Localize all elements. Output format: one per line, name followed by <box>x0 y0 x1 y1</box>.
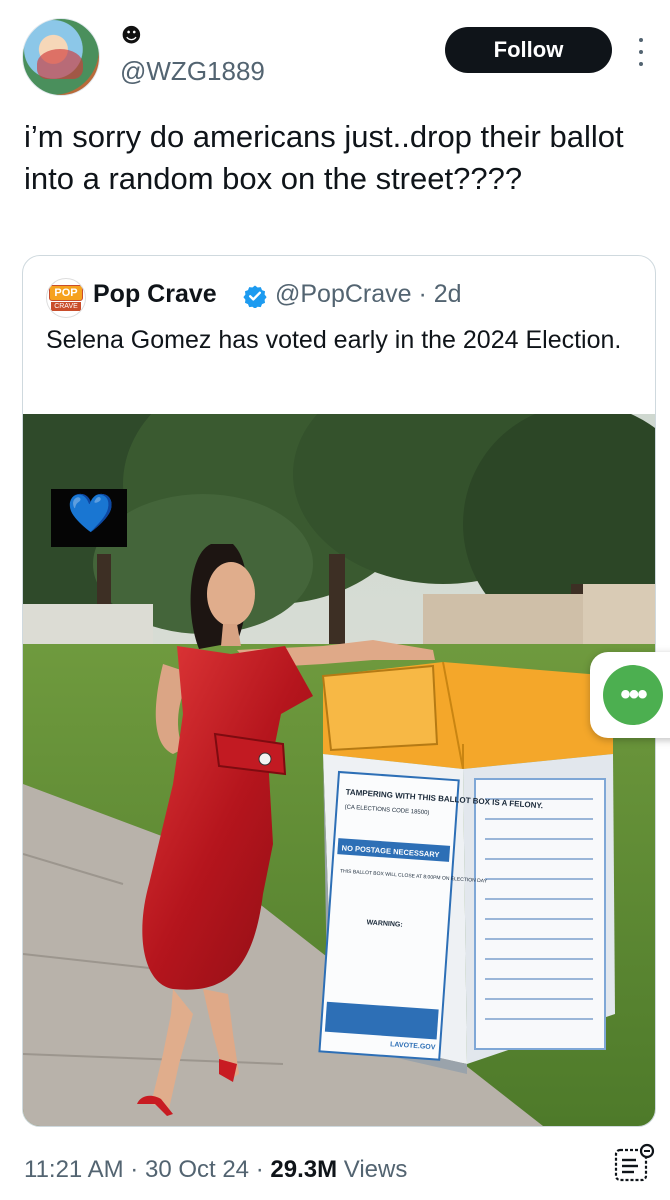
tweet-text: i’m sorry do americans just..drop their … <box>24 119 624 196</box>
author-handle[interactable]: @WZG1889 <box>120 56 265 87</box>
tweet-date: 30 Oct 24 <box>144 1156 250 1183</box>
verified-badge-icon <box>243 285 267 308</box>
heart-emoji-overlay: 💙 <box>67 491 115 535</box>
author-display-name[interactable]: ☻ <box>121 24 143 46</box>
logo-pop-text: POP <box>49 285 83 301</box>
views-label[interactable]: Views <box>344 1156 408 1183</box>
analytics-icon[interactable] <box>612 1142 656 1186</box>
logo-crave-text: CRAVE <box>51 302 81 311</box>
follow-button[interactable]: Follow <box>445 27 612 73</box>
floating-chat-button[interactable]: ••• <box>590 652 670 738</box>
meta-separator: · <box>255 1156 271 1183</box>
meta-separator: · <box>130 1156 145 1183</box>
chat-dots-icon: ••• <box>603 665 663 725</box>
quoted-tweet-card[interactable]: POP CRAVE Pop Crave @PopCrave · 2d Selen… <box>22 255 656 1127</box>
quoted-photo[interactable]: TAMPERING WITH THIS BALLOT BOX IS A FELO… <box>23 414 655 1126</box>
tweet-time: 11:21 AM <box>24 1156 124 1183</box>
quoted-tweet-text: Selena Gomez has voted early in the 2024… <box>46 326 622 354</box>
views-count: 29.3M <box>270 1156 338 1183</box>
popcrave-avatar[interactable]: POP CRAVE <box>46 278 86 318</box>
author-avatar[interactable] <box>22 18 100 96</box>
quoted-author-name[interactable]: Pop Crave <box>93 280 217 309</box>
quoted-handle-time: @PopCrave · 2d <box>275 280 462 308</box>
more-options-icon[interactable] <box>636 38 646 66</box>
tweet-meta: 11:21 AM · 30 Oct 24 · 29.3M Views <box>24 1156 407 1184</box>
